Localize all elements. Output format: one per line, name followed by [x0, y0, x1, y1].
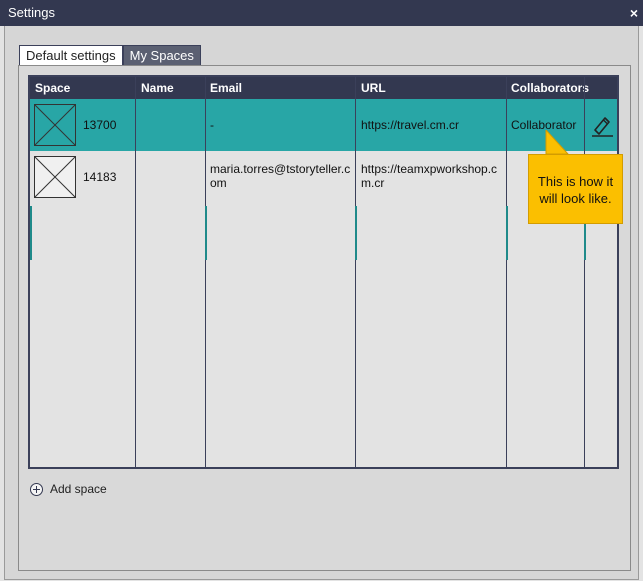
edit-pencil-icon[interactable] [589, 112, 615, 138]
table-header: Space Name Email URL Collaborators [30, 77, 617, 99]
space-thumbnail-placeholder [34, 156, 76, 198]
tooltip: This is how it will look like. [528, 154, 623, 224]
url-cell: https://travel.cm.cr [361, 118, 460, 132]
column-header-name[interactable]: Name [141, 77, 174, 99]
close-icon[interactable]: × [630, 0, 638, 26]
add-space-button[interactable]: Add space [30, 482, 107, 496]
row-accent [30, 206, 32, 260]
column-header-collaborators[interactable]: Collaborators [511, 77, 589, 99]
column-header-space[interactable]: Space [35, 77, 70, 99]
space-thumbnail-placeholder [34, 104, 76, 146]
column-divider [135, 77, 136, 467]
column-header-email[interactable]: Email [210, 77, 242, 99]
column-divider [506, 77, 507, 467]
column-header-url[interactable]: URL [361, 77, 386, 99]
tab-my-spaces[interactable]: My Spaces [122, 45, 201, 66]
spaces-table: Space Name Email URL Collaborators 13700… [28, 75, 619, 469]
row-accent [355, 206, 357, 260]
column-divider [355, 77, 356, 467]
column-divider [205, 77, 206, 467]
title-bar: Settings × [0, 0, 643, 26]
window-title: Settings [8, 5, 55, 20]
column-divider [584, 77, 585, 467]
tab-bar: Default settings My Spaces [19, 45, 201, 66]
plus-circle-icon [30, 482, 43, 496]
table-row-selected[interactable]: 13700 - https://travel.cm.cr Collaborato… [30, 99, 617, 151]
email-cell: - [210, 118, 214, 132]
space-id: 13700 [83, 118, 117, 132]
row-accent [506, 206, 508, 260]
space-id: 14183 [83, 170, 117, 184]
email-cell: maria.torres@tstoryteller.com [210, 162, 351, 190]
tab-default-settings[interactable]: Default settings [19, 45, 123, 66]
tooltip-pointer [545, 130, 570, 155]
add-space-label: Add space [50, 482, 107, 496]
url-cell: https://teamxpworkshop.cm.cr [361, 162, 498, 190]
row-accent [205, 206, 207, 260]
